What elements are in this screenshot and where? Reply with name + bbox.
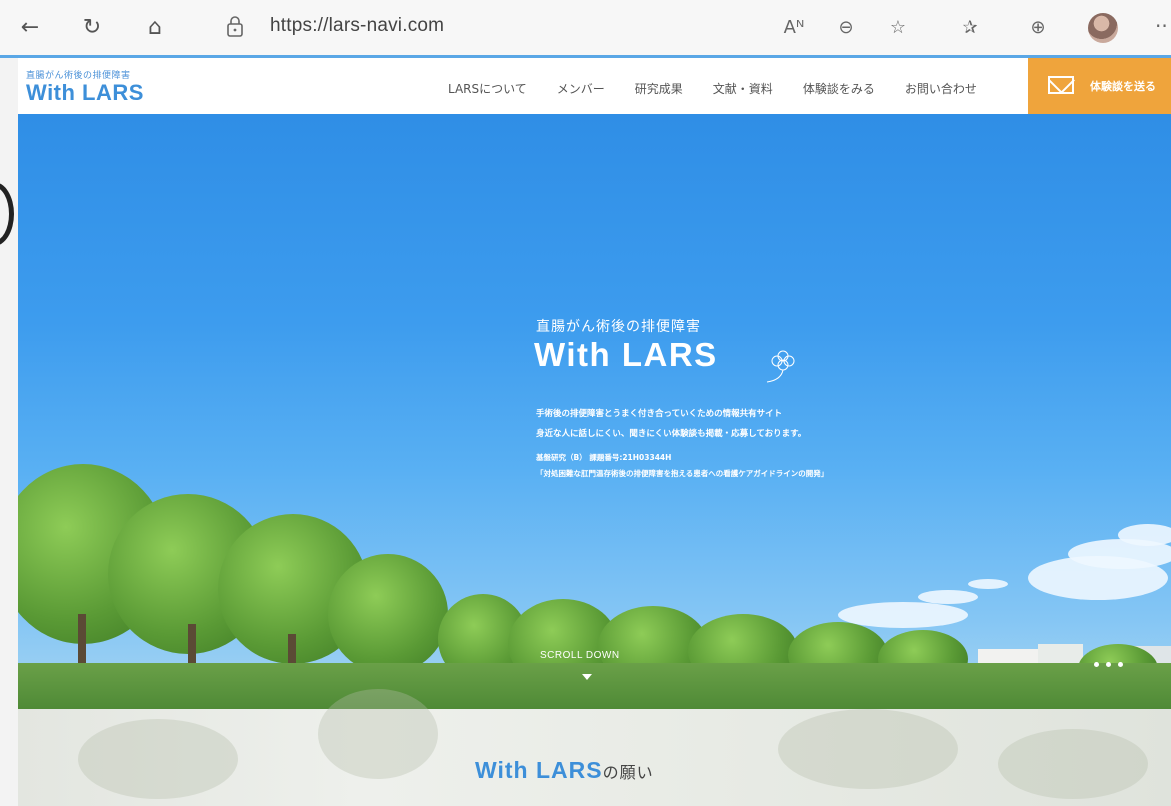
profile-avatar[interactable] (1088, 13, 1118, 43)
add-favorite-icon[interactable]: ☆ (884, 14, 912, 42)
grant-title: 「対処困難な肛門温存術後の排便障害を抱える患者への看護ケアガイドラインの開発」 (536, 469, 829, 478)
nav-item-literature[interactable]: 文献・資料 (713, 80, 773, 97)
address-bar[interactable]: https://lars-navi.com (270, 15, 444, 37)
cloud (968, 579, 1008, 589)
background-texture (78, 719, 238, 799)
zoom-out-icon[interactable]: ⊖ (832, 14, 860, 42)
main-nav: LARSについて メンバー 研究成果 文献・資料 体験談をみる お問い合わせ (448, 80, 1007, 97)
collections-icon[interactable]: ⊕ (1024, 14, 1052, 42)
refresh-icon[interactable]: ↻ (78, 14, 106, 42)
send-story-label: 体験談を送る (1090, 80, 1156, 93)
slide-indicators (1094, 662, 1123, 667)
background-texture (318, 689, 438, 779)
nav-item-members[interactable]: メンバー (557, 80, 605, 97)
cloud (1118, 524, 1171, 546)
mail-icon (1048, 76, 1074, 94)
home-icon[interactable]: ⌂ (141, 14, 169, 42)
nav-item-results[interactable]: 研究成果 (635, 80, 683, 97)
scroll-down-arrow-icon[interactable] (582, 674, 592, 680)
lock-icon[interactable] (226, 16, 244, 38)
send-story-button[interactable]: 体験談を送る (1028, 58, 1171, 114)
wish-section: With LARSの願い (18, 689, 1171, 806)
grant-number: 基盤研究（B） 課題番号:21H03344H (536, 453, 672, 462)
hero-subtitle: 直腸がん術後の排便障害 (536, 319, 701, 335)
favorites-icon[interactable]: ✰ (956, 14, 984, 42)
grant-reference: 基盤研究（B） 課題番号:21H03344H 「対処困難な肛門温存術後の排便障害… (536, 450, 828, 482)
logo[interactable]: With LARS (26, 80, 144, 106)
slide-dot[interactable] (1118, 662, 1123, 667)
background-texture (998, 729, 1148, 799)
flower-logo-icon (766, 350, 795, 383)
cloud (918, 590, 978, 604)
side-scroll-handle[interactable] (0, 182, 14, 246)
section-title-brand: With LARS (475, 757, 603, 783)
slide-dot[interactable] (1106, 662, 1111, 667)
read-aloud-icon[interactable]: Aᴺ (780, 14, 808, 42)
site-header: 直腸がん術後の排便障害 With LARS LARSについて メンバー 研究成果… (18, 58, 1171, 114)
hero-description-line: 手術後の排便障害とうまく付き合っていくための情報共有サイト (536, 409, 783, 419)
scroll-down-link[interactable]: SCROLL DOWN (540, 650, 620, 661)
hero-title: With LARS (534, 336, 718, 373)
nav-item-about[interactable]: LARSについて (448, 80, 527, 97)
more-icon[interactable]: ·· (1155, 14, 1168, 38)
background-texture (778, 709, 958, 789)
hero-banner: 直腸がん術後の排便障害 With LARS 手術後の排便障害とうまく付き合ってい… (18, 114, 1171, 709)
nav-item-stories[interactable]: 体験談をみる (803, 80, 875, 97)
section-title-suffix: の願い (602, 763, 654, 782)
slide-dot[interactable] (1094, 662, 1099, 667)
tree (328, 554, 448, 674)
browser-toolbar: ← ↻ ⌂ https://lars-navi.com Aᴺ ⊖ ☆ ✰ ⊕ ·… (0, 0, 1171, 56)
ground (18, 663, 1171, 709)
back-icon[interactable]: ← (16, 14, 44, 42)
hero-description-line: 身近な人に話しにくい、聞きにくい体験談も掲載・応募しております。 (536, 429, 807, 439)
nav-item-contact[interactable]: お問い合わせ (905, 80, 977, 97)
hero-description: 手術後の排便障害とうまく付き合っていくための情報共有サイト 身近な人に話しにくい… (536, 404, 806, 444)
section-title: With LARSの願い (475, 757, 654, 784)
